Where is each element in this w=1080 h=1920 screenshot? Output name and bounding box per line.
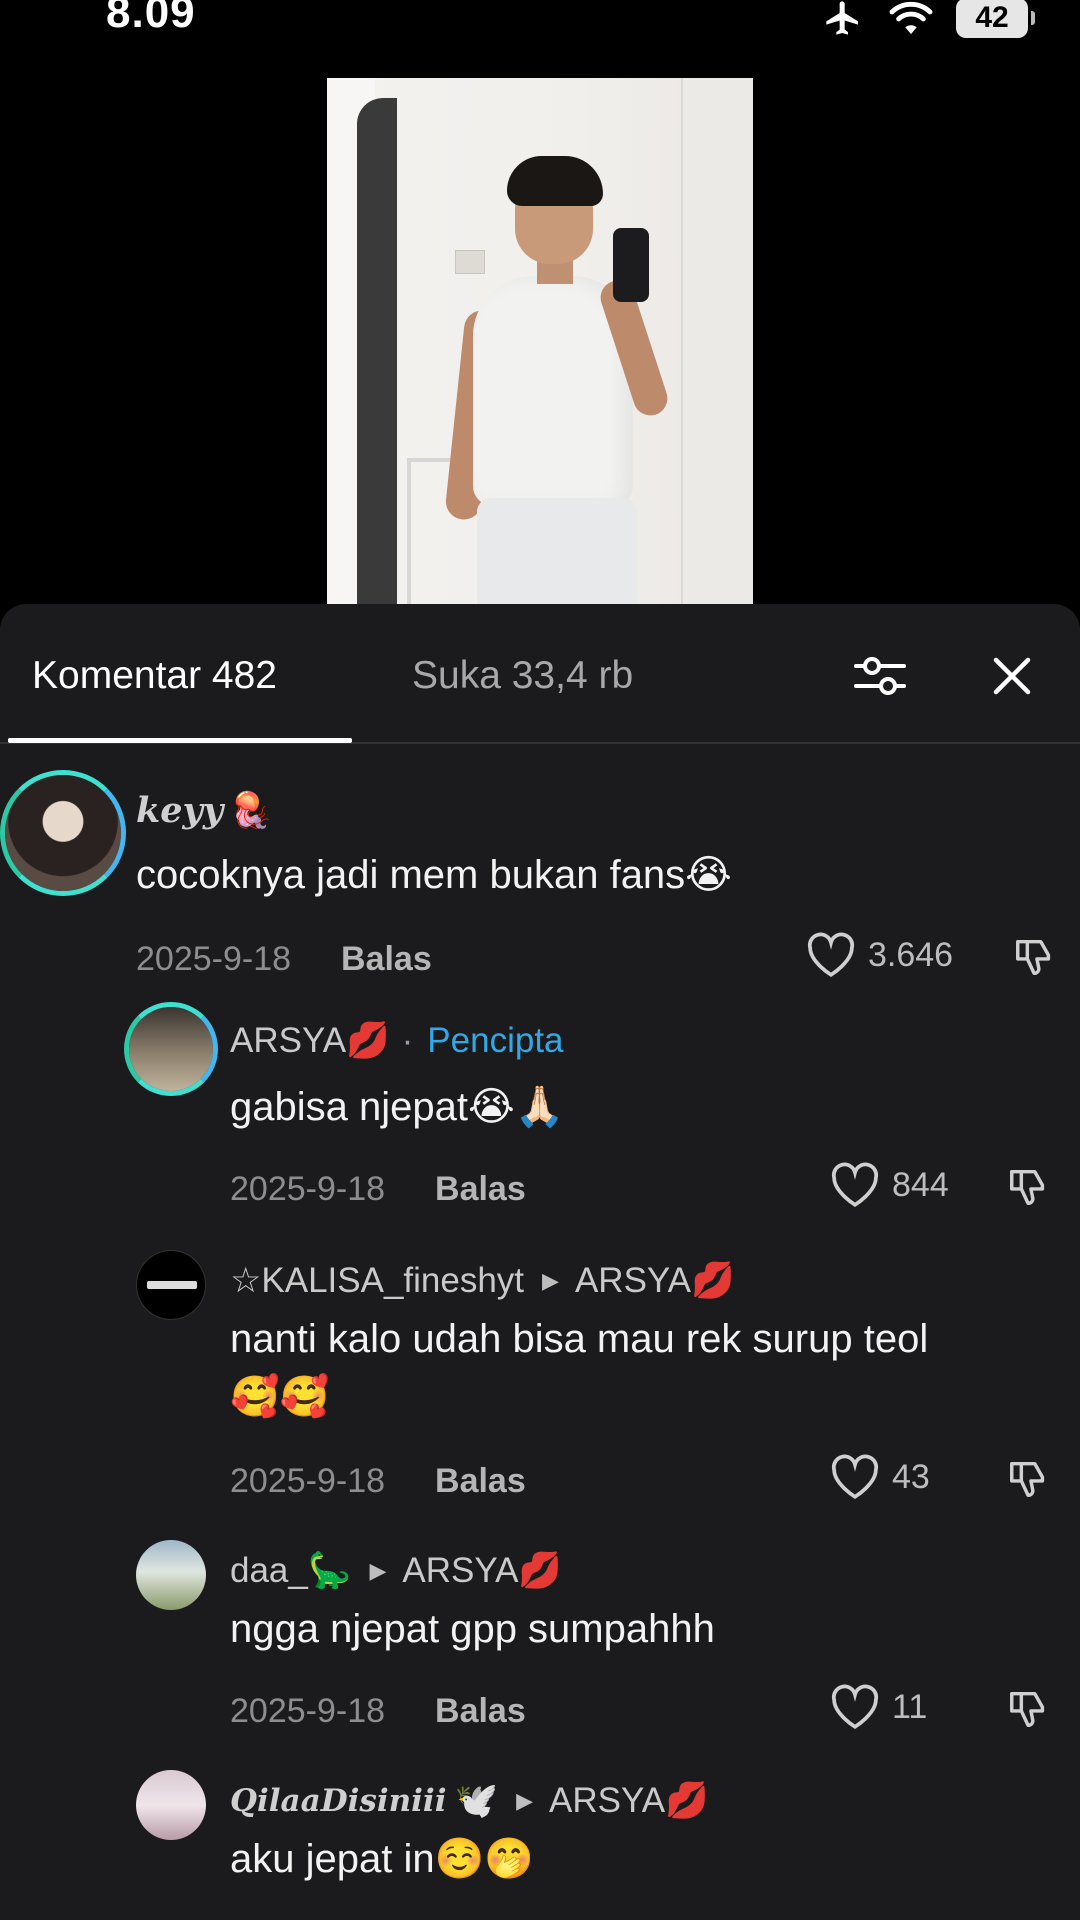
reply-button[interactable]: Balas <box>435 1692 526 1731</box>
avatar[interactable] <box>136 1770 206 1840</box>
wifi-icon <box>889 1 933 35</box>
comment-meta: 2025-9-18 Balas <box>230 1170 526 1209</box>
comment-username[interactable]: daa_🦕 ▶ ARSYA💋 <box>230 1550 562 1591</box>
like-count: 43 <box>892 1457 930 1496</box>
like-count: 844 <box>892 1165 949 1204</box>
comment-username[interactable]: ☆KALISA_fineshyt ▶ ARSYA💋 <box>230 1260 735 1301</box>
door-frame <box>357 98 397 605</box>
reply-target: ARSYA💋 <box>574 1261 735 1300</box>
reply-button[interactable]: Balas <box>341 940 432 979</box>
reply-target: ARSYA💋 <box>549 1781 709 1820</box>
like-button[interactable]: 11 <box>830 1684 927 1730</box>
active-tab-indicator <box>8 738 352 743</box>
comment-text: gabisa njepat😭🙏🏻 <box>230 1085 565 1129</box>
airplane-icon <box>826 1 858 35</box>
comment-meta: 2025-9-18 Balas <box>230 1692 526 1731</box>
creator-badge: Pencipta <box>427 1020 564 1060</box>
battery-indicator: 42 <box>956 0 1035 38</box>
comment-date: 2025-9-18 <box>230 1462 386 1500</box>
comment-date: 2025-9-18 <box>136 940 292 978</box>
comment-username[interactable]: ARSYA💋 · Pencipta <box>230 1020 564 1061</box>
tab-comments[interactable]: Komentar 482 <box>32 654 277 698</box>
username-emoji: 🪼 <box>229 791 273 830</box>
thumbs-down-icon[interactable] <box>1006 1164 1052 1210</box>
close-icon[interactable] <box>984 648 1040 704</box>
username-emoji: 🕊️ <box>454 1781 499 1820</box>
avatar[interactable] <box>136 1540 206 1610</box>
comment-date: 2025-9-18 <box>230 1692 386 1730</box>
comment-meta: 2025-9-18 Balas <box>230 1462 526 1501</box>
heart-icon <box>831 1454 879 1499</box>
heart-icon <box>831 1684 879 1729</box>
comment-username[interactable]: QilaaDisiniii 🕊️ ▶ ARSYA💋 <box>230 1780 709 1821</box>
comment-date: 2025-9-18 <box>230 1170 386 1208</box>
reply-target: ARSYA💋 <box>402 1551 563 1590</box>
reply-button[interactable]: Balas <box>435 1170 526 1209</box>
thumbs-down-icon[interactable] <box>1012 934 1058 980</box>
like-count: 11 <box>892 1687 928 1726</box>
reply-arrow-icon: ▶ <box>369 1557 387 1583</box>
person-pants <box>477 498 637 605</box>
reply-button[interactable]: Balas <box>435 1462 526 1501</box>
comment-text: ngga njepat gpp sumpahhh <box>230 1607 715 1651</box>
clock: 8.09 <box>106 0 196 37</box>
comment-meta: 2025-9-18 Balas <box>136 940 432 979</box>
avatar[interactable] <box>136 1250 206 1320</box>
comment-text: cocoknya jadi mem bukan fans😭 <box>136 853 732 897</box>
like-count: 3.646 <box>868 935 954 974</box>
comment-sheet: Komentar 482 Suka 33,4 rb keyy 🪼 cocokny… <box>0 604 1080 1920</box>
person-hair <box>507 156 603 206</box>
sliders-icon[interactable] <box>852 648 908 704</box>
thumbs-down-icon[interactable] <box>1006 1456 1052 1502</box>
like-button[interactable]: 844 <box>830 1162 949 1208</box>
like-button[interactable]: 43 <box>830 1454 930 1500</box>
reply-arrow-icon: ▶ <box>542 1267 559 1293</box>
comment-text: aku jepat in☺️🤭 <box>230 1837 535 1881</box>
video-preview[interactable] <box>327 78 753 605</box>
reply-arrow-icon: ▶ <box>516 1787 534 1813</box>
light-switch <box>455 250 485 274</box>
comment-text-line2: 🥰🥰 <box>230 1375 330 1419</box>
heart-icon <box>807 932 855 977</box>
heart-icon <box>831 1162 879 1207</box>
tab-bar: Komentar 482 Suka 33,4 rb <box>0 604 1080 744</box>
comment-username[interactable]: keyy 🪼 <box>136 790 273 831</box>
like-button[interactable]: 3.646 <box>806 932 953 978</box>
thumbs-down-icon[interactable] <box>1006 1686 1052 1732</box>
tab-likes[interactable]: Suka 33,4 rb <box>412 654 633 698</box>
status-bar: 8.09 42 <box>0 0 1080 50</box>
avatar[interactable] <box>124 1002 218 1096</box>
comment-text: nanti kalo udah bisa mau rek surup teol <box>230 1317 929 1361</box>
phone-in-hand <box>613 228 649 302</box>
wall-edge <box>681 78 753 605</box>
avatar[interactable] <box>0 770 126 896</box>
battery-level: 42 <box>975 1 1009 34</box>
status-icons: 42 <box>820 0 1035 42</box>
